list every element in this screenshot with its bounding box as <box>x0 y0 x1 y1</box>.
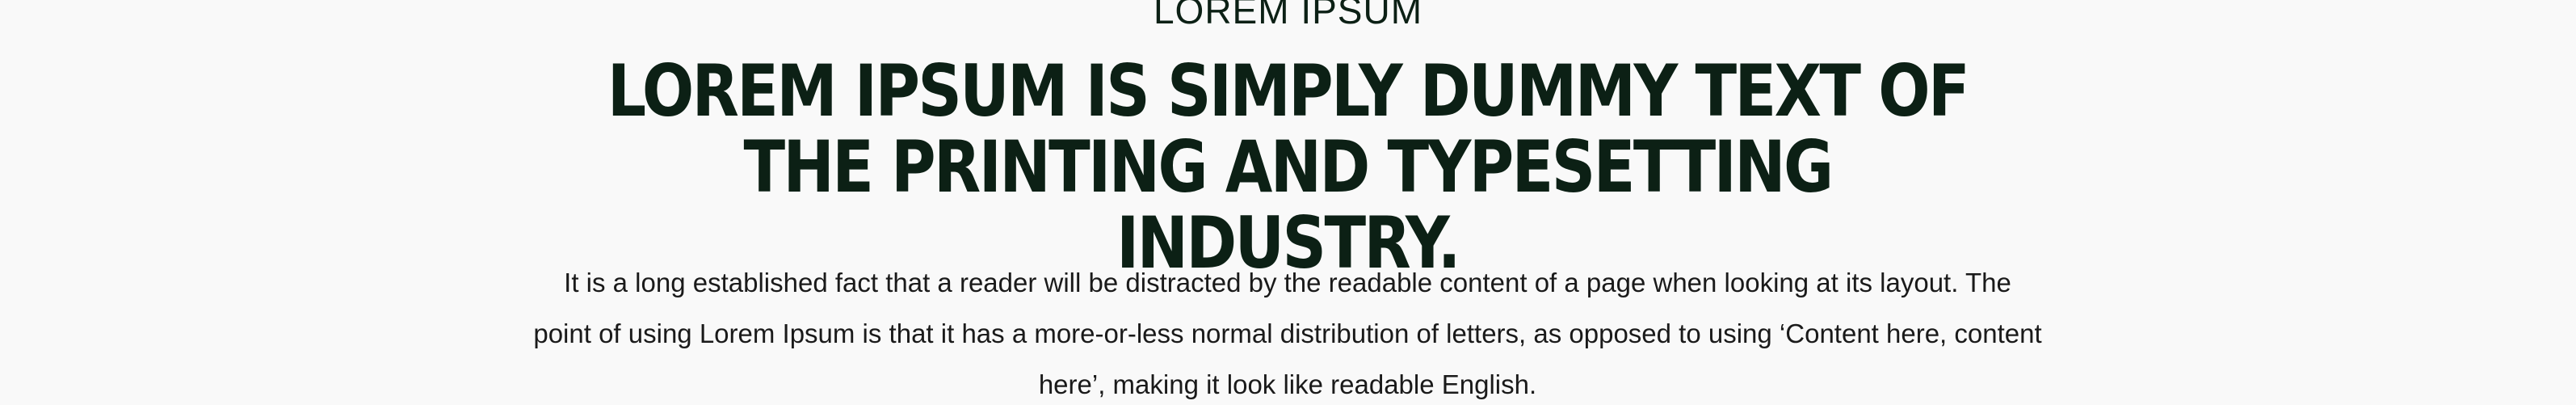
section-body-text: It is a long established fact that a rea… <box>533 268 2042 399</box>
eyebrow-label: LOREM IPSUM <box>1153 0 1423 32</box>
section-headline: LOREM IPSUM IS SIMPLY DUMMY TEXT OF THE … <box>607 49 1970 285</box>
content-section: LOREM IPSUM LOREM IPSUM IS SIMPLY DUMMY … <box>0 0 2576 405</box>
